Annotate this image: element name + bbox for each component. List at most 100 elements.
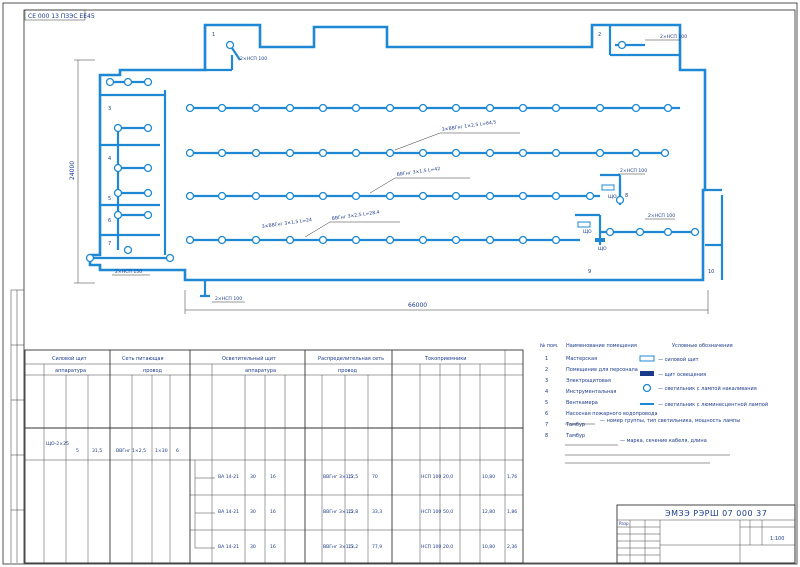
cell-cable: ВВГнг 1×2,5 <box>116 448 146 454</box>
table-header: Распределительная сеть <box>318 356 384 362</box>
cell-count: 33,3 <box>372 509 382 515</box>
cell-count: 77,9 <box>372 544 382 550</box>
table-subheader: аппаратура <box>55 368 86 374</box>
cell-power: 50,0 <box>443 509 453 515</box>
table-header: Сеть питающая <box>122 356 164 362</box>
binding-strip <box>10 289 24 563</box>
room-number: 3 <box>108 106 111 112</box>
cell-value: 16 <box>270 544 276 550</box>
legend-item: — светильник с люминесцентной лампой <box>658 401 768 408</box>
cell-total: 12,80 <box>482 509 495 515</box>
panel-label: ЩО <box>598 246 607 252</box>
cell-count: 70 <box>372 474 378 480</box>
lamp-label: 2×НСП 150 <box>115 269 142 275</box>
legend-item: — силовой щит <box>658 356 699 363</box>
table-row: ВА 14-21 30 16 ВВГнг 3×1,5 13,2 77,9 НСП… <box>218 544 453 550</box>
cell-length: 1×30 <box>155 448 168 454</box>
cell-length: 12,5 <box>348 474 358 480</box>
room-number: 6 <box>108 218 111 224</box>
cell-panel: ВА 14-21 <box>218 474 239 480</box>
cell-lamp: НСП 100 <box>421 474 441 480</box>
cell-count: 6 <box>176 448 179 454</box>
legend-item: — щит освещения <box>658 372 706 378</box>
legend-item: — светильник с лампой накаливания <box>658 385 757 392</box>
dimension-length: 66000 <box>408 302 427 309</box>
room-number: 2 <box>598 32 601 38</box>
electrical-drawing-sheet: СЕ 000 13 ПЗЭС ЕЕ45 1 2 3 4 5 6 7 8 9 10… <box>2 2 798 565</box>
room-name: Помещение для персонала <box>566 367 638 373</box>
cell-lamp: НСП 100 <box>421 509 441 515</box>
stamp-row: Разр. <box>619 521 630 526</box>
room-name: Насосная пожарного водопровода <box>566 411 658 417</box>
table-subheader: аппаратура <box>245 368 276 374</box>
room-name: Тамбур <box>565 422 585 428</box>
room-number: 4 <box>108 156 111 162</box>
incandescent-lamp-symbol <box>642 383 652 393</box>
cell-panel: ВА 14-21 <box>218 544 239 550</box>
cell-length: 12,8 <box>348 509 358 515</box>
room-number: 5 <box>108 196 111 202</box>
legend-col-header: Наименование помещения <box>566 343 637 349</box>
room-number: 8 <box>625 193 628 199</box>
lamp-label: 2×НСП 100 <box>240 56 267 62</box>
cable-schedule-table: Силовой щит Сеть питающая Осветительный … <box>24 349 524 564</box>
room-number: 7 <box>545 422 548 428</box>
cell-value: 16 <box>270 509 276 515</box>
table-rows: ЩО-2×25 5 31,5 ВВГнг 1×2,5 1×30 6 ВА 14-… <box>46 441 517 550</box>
table-subheader: провод <box>143 368 163 374</box>
room-number: 9 <box>588 269 591 275</box>
table-header: Токоприемники <box>424 356 467 362</box>
room-name: Мастерская <box>566 356 597 362</box>
cell-total: 10,80 <box>482 474 495 480</box>
cell-value: 31,5 <box>92 448 102 454</box>
title-block: ЭМЗЭ РЭРШ 07 000 37 Разр. 1:100 <box>616 504 796 564</box>
legend-title: Условные обозначения <box>672 343 733 349</box>
cell-panel: ВА 14-21 <box>218 509 239 515</box>
corner-label: СЕ 000 13 ПЗЭС ЕЕ45 <box>28 13 95 20</box>
lighting-panel-symbol <box>640 371 654 376</box>
room-number: 1 <box>545 356 548 362</box>
stamp-scale: 1:100 <box>770 536 784 542</box>
room-list: 1 Мастерская 2 Помещение для персонала 3… <box>545 356 658 439</box>
legend-col-header: № пом. <box>540 343 559 349</box>
room-number: 3 <box>545 378 548 384</box>
room-number: 6 <box>545 411 548 417</box>
formula-note: — номер группы, тип светильника, мощност… <box>600 418 740 424</box>
cell-lamp: НСП 100 <box>421 544 441 550</box>
cell-value: 30 <box>250 474 256 480</box>
table-header: Силовой щит <box>52 355 87 362</box>
room-number: 8 <box>545 433 548 439</box>
cell-right: 1,76 <box>507 474 517 480</box>
panel-label: ЩО <box>583 229 592 235</box>
room-number: 2 <box>545 367 548 373</box>
lamp-label: 2×НСП 100 <box>620 168 647 174</box>
table-group-headers: Силовой щит Сеть питающая Осветительный … <box>52 355 467 374</box>
cell-right: 2,36 <box>507 544 517 550</box>
table-row: ВА 14-21 30 16 ВВГнг 3×1,5 12,8 33,3 НСП… <box>218 509 453 515</box>
drawing-code: ЭМЗЭ РЭРШ 07 000 37 <box>665 509 767 518</box>
cell-value: 30 <box>250 509 256 515</box>
room-name: Инструментальная <box>566 389 616 395</box>
cell-value: 5 <box>76 448 79 454</box>
room-number: 7 <box>108 241 111 247</box>
power-panel-symbol <box>639 355 655 362</box>
lamp-label: 2×НСП 100 <box>660 34 687 40</box>
cell-power: 20,0 <box>443 544 453 550</box>
cable-note: — марка, сечение кабеля, длина <box>620 438 707 444</box>
lamp-label: 2×НСП 100 <box>215 296 242 302</box>
cell-length: 13,2 <box>348 544 358 550</box>
room-name: Электрощитовая <box>566 378 611 384</box>
room-number: 4 <box>545 389 548 395</box>
table-subheader: провод <box>338 368 358 374</box>
panel-label: ЩО <box>608 194 617 200</box>
cell-value: 16 <box>270 474 276 480</box>
cell-right: 1,86 <box>507 509 517 515</box>
room-number: 1 <box>212 32 215 38</box>
cell-power: 20,0 <box>443 474 453 480</box>
table-row: ВА 14-21 30 16 ВВГнг 3×1,5 12,5 70 НСП 1… <box>218 474 453 480</box>
lamp-label: 2×НСП 100 <box>648 213 675 219</box>
room-name: Тамбур <box>565 433 585 439</box>
room-name: Венткамера <box>566 400 598 406</box>
cell-total: 10,80 <box>482 544 495 550</box>
room-number: 10 <box>708 269 714 275</box>
